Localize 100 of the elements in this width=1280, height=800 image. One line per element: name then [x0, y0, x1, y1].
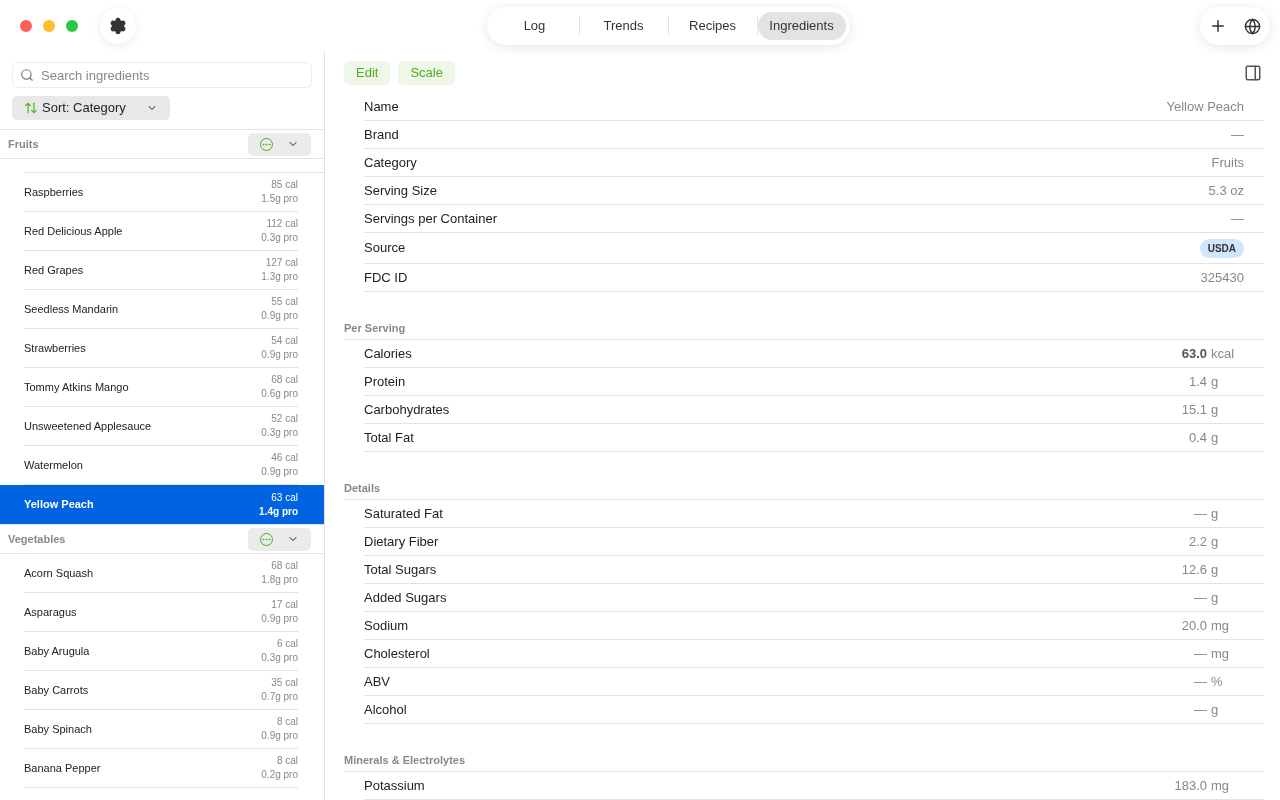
nutrient-label: Saturated Fat [364, 504, 444, 523]
nutrient-unit: g [1210, 560, 1220, 579]
nutrient-unit: g [1210, 372, 1220, 391]
ingredient-row[interactable]: Asparagus 17 cal 0.9g pro [0, 593, 324, 632]
calories-text: 52 cal [271, 412, 298, 426]
ingredient-name: Asparagus [24, 604, 78, 620]
nutrient-unit: mg [1210, 776, 1231, 795]
protein-text: 1.3g pro [261, 270, 298, 284]
nutrient-value: 0.4 [1188, 428, 1207, 447]
calories-text: 68 cal [271, 373, 298, 387]
group-header: Fruits [8, 136, 40, 152]
nutrient-unit: mg [1210, 644, 1231, 663]
calories-text: 55 cal [271, 295, 298, 309]
ingredient-row[interactable]: Baby Carrots 35 cal 0.7g pro [0, 671, 324, 710]
ingredient-name: Red Delicious Apple [24, 223, 124, 239]
settings-button[interactable] [100, 8, 136, 44]
globe-icon[interactable] [1244, 17, 1262, 35]
group-header: Vegetables [8, 531, 67, 547]
view-tab[interactable]: Log [490, 12, 579, 40]
nutrient-unit: g [1210, 504, 1220, 523]
nutrient-unit: g [1210, 700, 1220, 719]
nutrient-label: Potassium [364, 776, 426, 795]
ingredient-row[interactable]: Red Grapes 127 cal 1.3g pro [0, 251, 324, 290]
nutrient-label: Calories [364, 344, 413, 363]
nutrient-label: Dietary Fiber [364, 532, 440, 551]
nutrient-label: Carbohydrates [364, 400, 451, 419]
field-label: Name [364, 97, 400, 116]
protein-text: 1.8g pro [261, 573, 298, 587]
nutrient-label: Total Sugars [364, 560, 438, 579]
ingredient-name: Baby Arugula [24, 643, 91, 659]
protein-text: 0.3g pro [261, 231, 298, 245]
nutrient-label: Total Fat [364, 428, 415, 447]
field-label: FDC ID [364, 268, 409, 287]
field-value: — [1231, 209, 1244, 228]
view-tab[interactable]: Trends [579, 12, 668, 40]
group-menu-button[interactable] [248, 527, 311, 551]
ingredient-row[interactable]: Tommy Atkins Mango 68 cal 0.6g pro [0, 368, 324, 407]
calories-text: 127 cal [265, 256, 298, 270]
calories-text: 112 cal [266, 217, 298, 231]
protein-text: 0.9g pro [261, 729, 298, 743]
protein-text: 0.9g pro [261, 612, 298, 626]
protein-text: 0.6g pro [261, 387, 298, 401]
protein-text: 0.2g pro [261, 768, 298, 782]
ingredient-row[interactable]: Baby Spinach 8 cal 0.9g pro [0, 710, 324, 749]
nutrient-unit: g [1210, 428, 1220, 447]
ingredient-row[interactable]: Yellow Peach 63 cal 1.4g pro [0, 485, 324, 524]
ingredient-row[interactable]: Unsweetened Applesauce 52 cal 0.3g pro [0, 407, 324, 446]
ingredient-row[interactable]: Banana Pepper 8 cal 0.2g pro [0, 749, 324, 788]
ingredient-row[interactable]: Baby Arugula 6 cal 0.3g pro [0, 632, 324, 671]
ingredient-name: Watermelon [24, 457, 84, 473]
nutrient-value: — [1194, 644, 1207, 663]
nutrient-value: 1.4 [1188, 372, 1207, 391]
calories-text: 85 cal [271, 178, 298, 192]
calories-text: 35 cal [271, 676, 298, 690]
nutrient-unit: g [1210, 588, 1220, 607]
protein-text: 0.7g pro [261, 690, 298, 704]
nutrient-value: — [1194, 504, 1207, 523]
calories-text: 54 cal [271, 334, 298, 348]
nutrient-unit: kcal [1210, 344, 1236, 363]
ingredient-name: Tommy Atkins Mango [24, 379, 130, 395]
nutrient-value: 15.1 [1181, 400, 1207, 419]
calories-text: 17 cal [271, 598, 298, 612]
search-field[interactable]: Search ingredients [12, 62, 312, 88]
protein-text: 0.9g pro [261, 309, 298, 323]
field-value: Yellow Peach [1166, 97, 1244, 116]
nutrient-label: Protein [364, 372, 407, 391]
ingredient-row[interactable]: Strawberries 54 cal 0.9g pro [0, 329, 324, 368]
ingredient-name: Seedless Mandarin [24, 301, 120, 317]
protein-text: 0.3g pro [261, 426, 298, 440]
ingredient-row[interactable]: Acorn Squash 68 cal 1.8g pro [0, 554, 324, 593]
sort-button[interactable]: Sort: Category [12, 96, 170, 120]
nutrient-label: Cholesterol [364, 644, 431, 663]
nutrient-value: 20.0 [1181, 616, 1207, 635]
ingredient-row[interactable]: Raspberries 85 cal 1.5g pro [0, 173, 324, 212]
field-label: Servings per Container [364, 209, 498, 228]
field-value: 5.3 oz [1208, 181, 1244, 200]
nutrient-value: — [1194, 588, 1207, 607]
calories-text: 63 cal [271, 490, 298, 505]
ingredient-row[interactable]: Seedless Mandarin 55 cal 0.9g pro [0, 290, 324, 329]
calories-text: 8 cal [276, 754, 298, 768]
sidebar-toggle-icon[interactable] [1244, 63, 1262, 82]
field-label: Category [364, 153, 418, 172]
nutrient-unit: g [1210, 400, 1220, 419]
field-label: Serving Size [364, 181, 438, 200]
protein-text: 0.9g pro [261, 348, 298, 362]
close-button[interactable] [20, 20, 32, 32]
minimize-button[interactable] [43, 20, 55, 32]
nutrient-unit: mg [1210, 616, 1231, 635]
ingredient-name: Unsweetened Applesauce [24, 418, 153, 434]
protein-text: 0.9g pro [261, 465, 298, 479]
group-menu-button[interactable] [248, 132, 311, 156]
section-title: Minerals & Electrolytes [344, 753, 466, 768]
view-tab[interactable]: Recipes [668, 12, 757, 40]
ingredient-row[interactable]: Red Delicious Apple 112 cal 0.3g pro [0, 212, 324, 251]
view-tab[interactable]: Ingredients [757, 12, 846, 40]
section-title: Per Serving [344, 321, 406, 336]
field-label: Brand [364, 125, 400, 144]
nutrient-label: Added Sugars [364, 588, 448, 607]
zoom-button[interactable] [66, 20, 78, 32]
search-icon [20, 68, 34, 82]
